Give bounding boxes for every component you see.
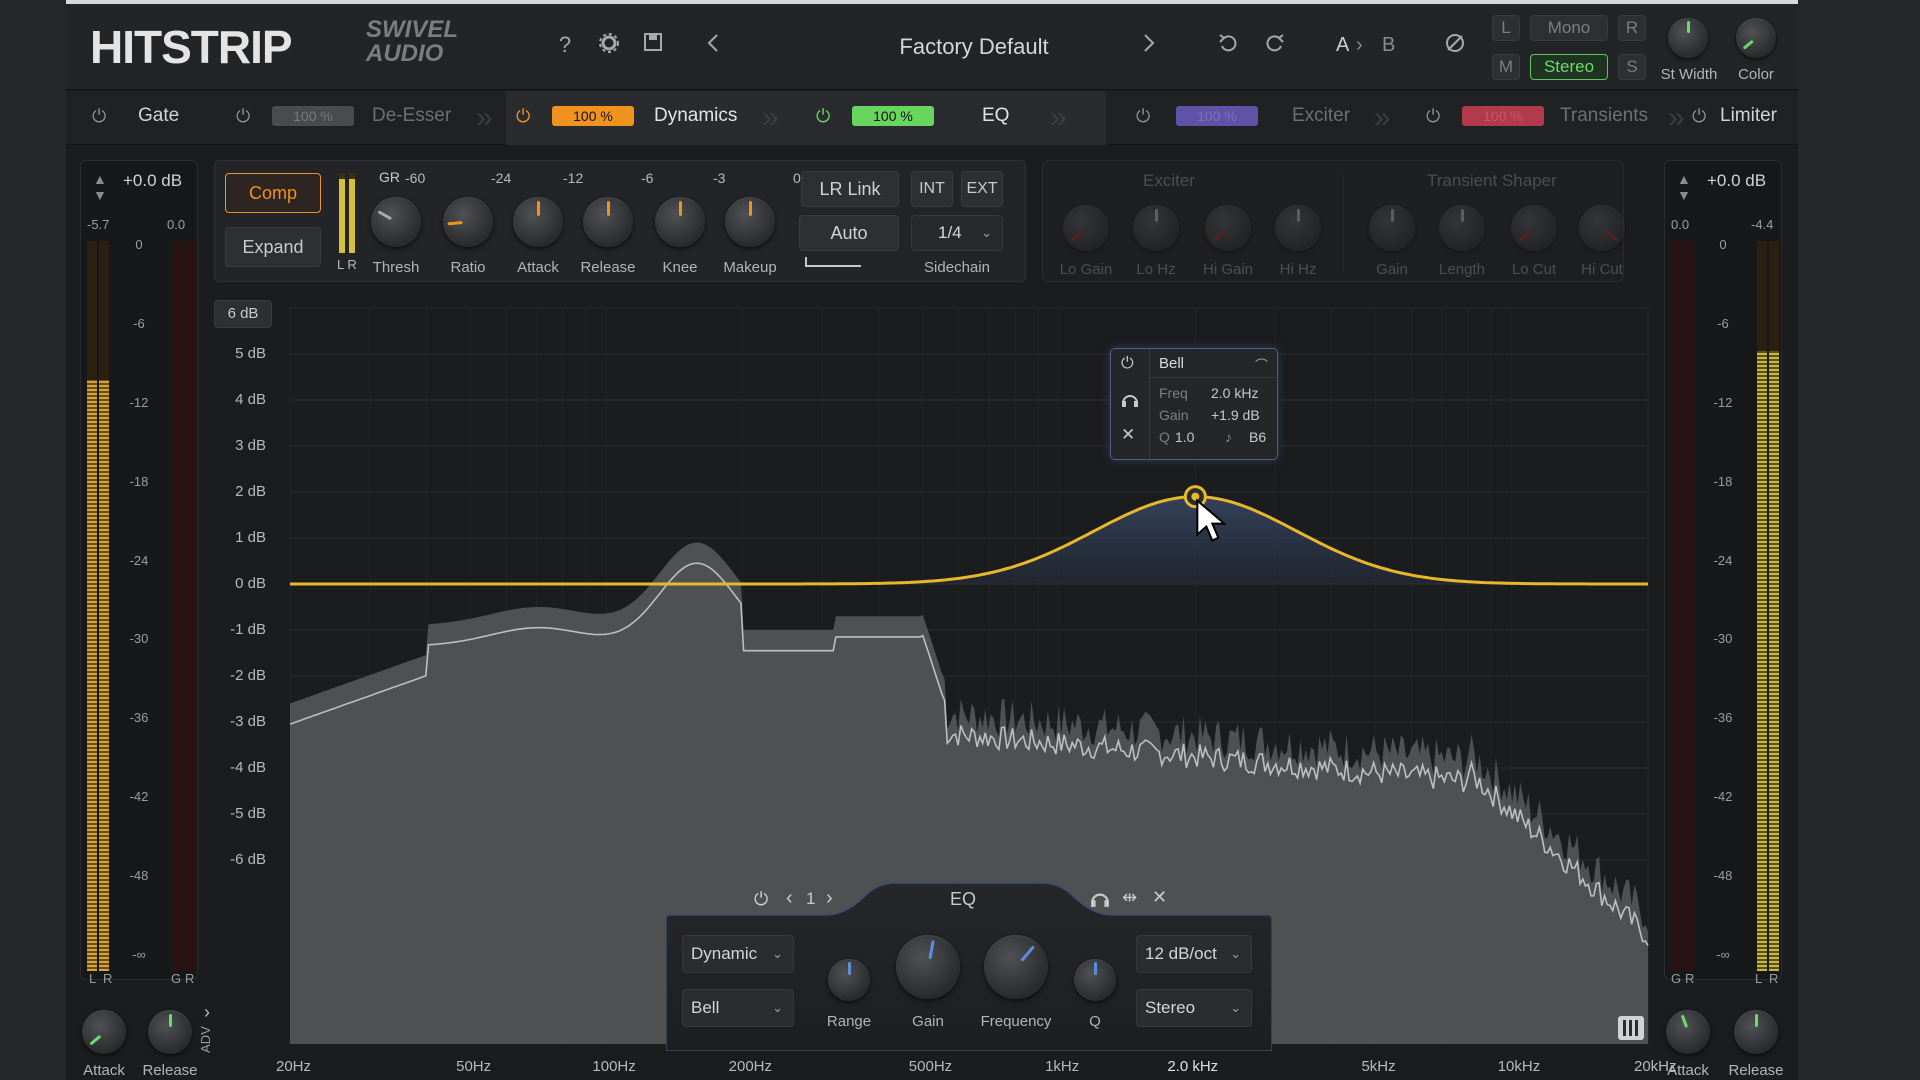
freq-label: Freq [1159,385,1188,401]
band-mode-select[interactable]: Dynamic ⌄ [682,935,794,973]
chevron-down-icon: ⌄ [772,946,783,961]
desktop-left-edge [0,0,66,1080]
band-editor-panel: ⏻ ‹ 1 › EQ ⇹ ✕ Dynamic ⌄ Bell ⌄ Range Ga… [666,879,1272,1051]
frequency-knob[interactable] [984,935,1048,999]
close-icon[interactable]: ✕ [1152,887,1167,908]
eq-curve [290,495,1648,586]
chevron-down-icon: ⌄ [772,1000,783,1015]
gain-value[interactable]: +1.9 dB [1211,407,1260,423]
chevron-down-icon: ⌄ [1230,1000,1241,1015]
desktop-right-edge [1798,0,1920,1080]
band-shape-value: Bell [691,998,720,1017]
note-icon: ♪ [1225,429,1232,445]
headphones-icon[interactable] [1090,889,1110,912]
power-icon[interactable]: ⏻ [1121,355,1134,373]
band-mode-value: Dynamic [691,944,758,963]
slope-select[interactable]: 12 dB/oct ⌄ [1136,935,1252,973]
power-icon[interactable]: ⏻ [754,889,768,910]
slope-value: 12 dB/oct [1145,944,1217,963]
close-icon[interactable]: ✕ [1121,425,1135,445]
band-type: Bell [1159,355,1185,372]
note-value: B6 [1249,429,1267,445]
freq-value[interactable]: 2.0 kHz [1211,385,1258,401]
gain-label: Gain [1159,407,1189,423]
chevron-down-icon: ⌄ [1230,946,1241,961]
frequency-label: Frequency [980,1013,1052,1030]
q-label: Q [1089,1013,1101,1030]
eq-band-area [290,496,1648,584]
chevron-right-icon[interactable]: › [826,887,833,910]
band-gain-knob[interactable] [896,935,960,999]
band-number: 1 [806,889,816,908]
bell-shape-icon: ⌒ [1255,358,1269,373]
q-value[interactable]: 1.0 [1175,429,1194,445]
plugin-window: HITSTRIP SWIVEL AUDIO ? Factory Default … [66,4,1798,1080]
chevron-left-icon[interactable]: ‹ [786,887,793,910]
band-tooltip: ⏻ ✕ Bell ⌒ Freq 2.0 kHz Gain +1.9 dB Q 1… [1110,348,1279,461]
band-channel-select[interactable]: Stereo ⌄ [1136,989,1252,1027]
eq-band-node-center [1191,492,1200,501]
split-icon[interactable]: ⇹ [1122,887,1137,908]
headphones-icon[interactable] [1121,391,1139,412]
range-knob[interactable] [828,959,870,1001]
band-panel-title: EQ [950,889,977,909]
band-shape-select[interactable]: Bell ⌄ [682,989,794,1027]
q-knob[interactable] [1074,959,1116,1001]
gain-label: Gain [912,1013,944,1030]
q-label: Q [1159,429,1170,445]
spectrum-settings-icon[interactable] [1618,1016,1644,1040]
band-channel-value: Stereo [1145,998,1196,1017]
range-label: Range [826,1013,872,1030]
